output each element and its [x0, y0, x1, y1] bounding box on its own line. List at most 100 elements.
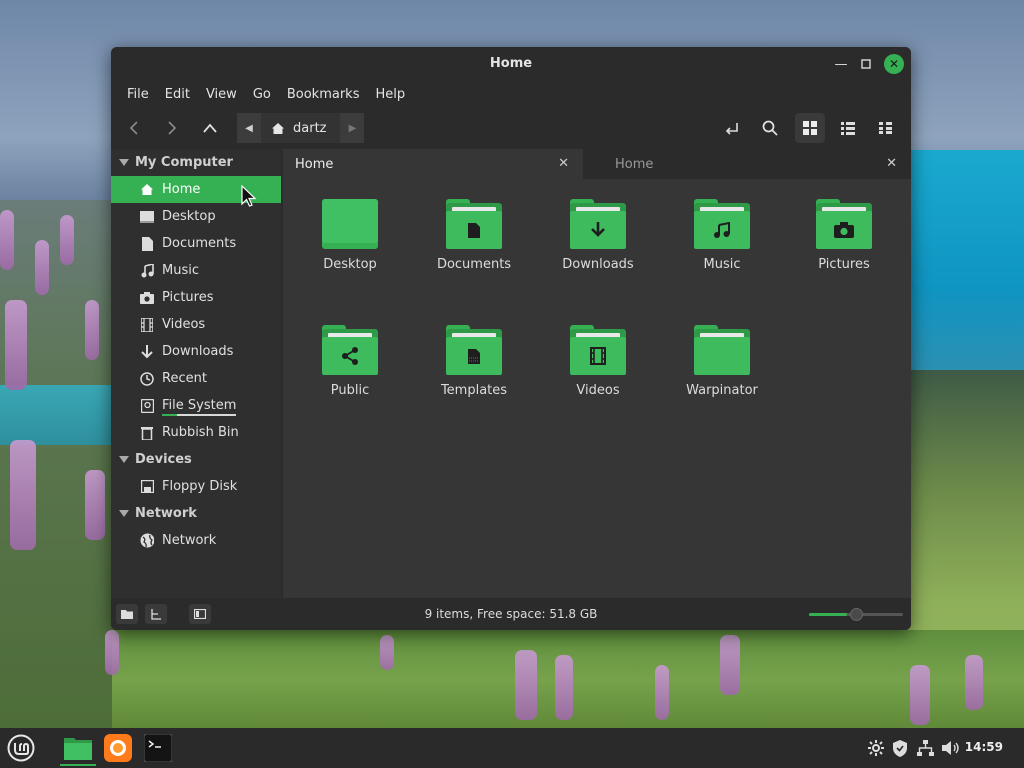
file-item-music[interactable]: Music	[667, 199, 777, 272]
menu-bar: File Edit View Go Bookmarks Help	[111, 81, 911, 107]
list-icon	[841, 122, 855, 135]
file-manager-window: Home — ✕ File Edit View Go Bookmarks Hel…	[111, 47, 911, 630]
forward-button[interactable]	[157, 113, 187, 143]
downloads-folder-icon	[570, 199, 626, 251]
wallpaper-flower	[655, 665, 669, 720]
sidebar-item-file-system[interactable]: File System	[111, 392, 281, 419]
chevron-up-icon	[203, 123, 217, 133]
chevron-down-icon	[119, 509, 129, 517]
sidebar-item-floppy-disk[interactable]: Floppy Disk	[111, 473, 281, 500]
path-crumb-home[interactable]: dartz	[261, 113, 341, 143]
wallpaper-flower	[380, 635, 394, 670]
zoom-slider[interactable]	[809, 608, 903, 621]
music-icon	[140, 263, 154, 278]
file-item-videos[interactable]: Videos	[543, 325, 653, 398]
file-item-templates[interactable]: Templates	[419, 325, 529, 398]
file-item-documents[interactable]: Documents	[419, 199, 529, 272]
tab-home-1[interactable]: Home ✕	[283, 149, 583, 179]
wallpaper-flower	[10, 440, 36, 550]
file-item-public[interactable]: Public	[295, 325, 405, 398]
volume-icon[interactable]	[941, 738, 961, 758]
search-button[interactable]	[755, 113, 785, 143]
network-tray-icon[interactable]	[915, 738, 935, 758]
back-button[interactable]	[119, 113, 149, 143]
path-right-arrow[interactable]: ▶	[340, 113, 365, 143]
sidebar-item-rubbish-bin[interactable]: Rubbish Bin	[111, 419, 281, 446]
window-title: Home	[489, 56, 533, 71]
close-tab-icon[interactable]: ✕	[558, 156, 569, 171]
menu-go[interactable]: Go	[245, 87, 279, 102]
sidebar-item-music[interactable]: Music	[111, 257, 281, 284]
compact-view-button[interactable]	[871, 113, 901, 143]
search-icon	[762, 120, 778, 136]
tab-home-2[interactable]: Home ✕	[583, 149, 911, 179]
sidebar-item-recent[interactable]: Recent	[111, 365, 281, 392]
icon-view-button[interactable]	[795, 113, 825, 143]
title-bar[interactable]: Home — ✕	[111, 47, 911, 81]
wallpaper-flower	[85, 300, 99, 360]
chevron-down-icon	[119, 158, 129, 166]
wallpaper-lake	[905, 150, 1024, 380]
minimize-icon[interactable]: —	[831, 54, 851, 74]
sidebar-item-documents[interactable]: Documents	[111, 230, 281, 257]
sidebar-item-network[interactable]: Network	[111, 527, 281, 554]
clock-icon	[140, 371, 154, 386]
wallpaper-field	[0, 630, 1024, 730]
trash-icon	[140, 426, 154, 440]
menu-file[interactable]: File	[119, 87, 157, 102]
wallpaper-lake-left	[0, 385, 115, 445]
sidebar-item-downloads[interactable]: Downloads	[111, 338, 281, 365]
wallpaper-flower	[0, 210, 14, 270]
menu-help[interactable]: Help	[367, 87, 413, 102]
settings-tray-icon[interactable]	[866, 738, 886, 758]
globe-icon	[140, 533, 154, 548]
public-folder-icon	[322, 325, 378, 377]
location-entry-icon	[725, 123, 738, 135]
sidebar-item-pictures[interactable]: Pictures	[111, 284, 281, 311]
music-folder-icon	[694, 199, 750, 251]
film-icon	[140, 317, 154, 332]
menu-bookmarks[interactable]: Bookmarks	[279, 87, 368, 102]
floppy-icon	[140, 480, 154, 494]
taskbar-files-button[interactable]	[60, 732, 96, 766]
maximize-icon[interactable]	[856, 54, 876, 74]
up-button[interactable]	[195, 113, 225, 143]
drive-icon	[140, 398, 154, 413]
close-icon[interactable]: ✕	[884, 54, 904, 74]
file-item-warpinator[interactable]: Warpinator	[667, 325, 777, 398]
file-item-desktop[interactable]: Desktop	[295, 199, 405, 272]
path-left-arrow[interactable]: ◀	[237, 113, 261, 143]
menu-edit[interactable]: Edit	[157, 87, 198, 102]
chevron-down-icon	[119, 455, 129, 463]
list-view-button[interactable]	[833, 113, 863, 143]
zoom-slider-fill	[809, 613, 847, 616]
file-view: Home ✕ Home ✕ Desktop Documents Download…	[283, 149, 911, 598]
menu-button[interactable]	[5, 732, 37, 764]
terminal-icon	[144, 734, 172, 762]
file-item-pictures[interactable]: Pictures	[789, 199, 899, 272]
toggle-location-button[interactable]	[717, 113, 747, 143]
templates-folder-icon	[446, 325, 502, 377]
wallpaper-flower	[515, 650, 537, 720]
close-tab-icon[interactable]: ✕	[886, 156, 897, 171]
taskbar-terminal-button[interactable]	[142, 732, 174, 764]
clock[interactable]: 14:59	[965, 740, 1003, 754]
taskbar-firefox-button[interactable]	[102, 732, 134, 764]
sidebar-item-label: File System	[162, 398, 237, 416]
disk-usage-bar	[162, 414, 237, 416]
shield-icon[interactable]	[890, 738, 910, 758]
file-item-downloads[interactable]: Downloads	[543, 199, 653, 272]
zoom-slider-handle[interactable]	[850, 608, 863, 621]
desktop-icon	[140, 210, 154, 224]
sidebar-item-videos[interactable]: Videos	[111, 311, 281, 338]
sidebar-section-network[interactable]: Network	[111, 500, 281, 527]
folder-icon	[64, 738, 92, 760]
download-icon	[140, 344, 154, 359]
sidebar-section-my-computer[interactable]: My Computer	[111, 149, 281, 176]
menu-view[interactable]: View	[198, 87, 245, 102]
sidebar-section-devices[interactable]: Devices	[111, 446, 281, 473]
documents-folder-icon	[446, 199, 502, 251]
grid-icon	[803, 121, 817, 135]
desktop-folder-icon	[322, 199, 378, 251]
videos-folder-icon	[570, 325, 626, 377]
